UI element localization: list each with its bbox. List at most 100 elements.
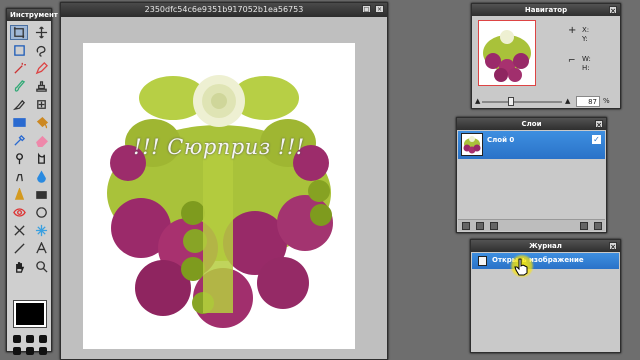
zoom-tool[interactable] — [32, 259, 50, 274]
layer-mask-icon[interactable] — [476, 222, 484, 230]
close-button[interactable]: × — [375, 5, 384, 13]
document-title: 2350dfc54c6e9351b917052b1ea56753 — [144, 5, 304, 14]
sharpen-tool[interactable] — [10, 187, 28, 202]
image-canvas[interactable]: !!! Сюрприз !!! — [83, 43, 355, 349]
new-layer-icon[interactable] — [580, 222, 588, 230]
red-eye-icon — [12, 208, 26, 217]
bouquet-image — [107, 75, 333, 328]
sponge-tool[interactable] — [32, 187, 50, 202]
x-label: X: — [582, 26, 590, 34]
layer-name: Слой 0 — [487, 136, 515, 144]
burn-tool[interactable] — [32, 151, 50, 166]
swatch-dot[interactable] — [39, 347, 47, 355]
magic-wand-icon — [13, 62, 26, 74]
crosshair-icon: + — [568, 25, 577, 36]
document-icon — [478, 256, 487, 266]
line-icon — [13, 243, 25, 254]
size-icon: ⌐ — [568, 56, 576, 66]
sharpen-icon — [14, 188, 24, 200]
eraser-icon — [35, 135, 48, 147]
sparkle-tool[interactable] — [32, 223, 50, 238]
navigator-thumbnail[interactable] — [478, 20, 536, 86]
hand-cursor-icon — [514, 258, 528, 276]
text-tool[interactable] — [32, 241, 50, 256]
zoom-icon — [35, 261, 48, 273]
gradient-tool[interactable] — [10, 115, 28, 130]
layer-row[interactable]: Слой 0 ✓ — [458, 131, 605, 159]
line-tool[interactable] — [10, 241, 28, 256]
hand-tool[interactable] — [10, 259, 28, 274]
tools-panel: Инструмент — [6, 8, 58, 355]
navigator-panel: Навигатор × + X: Y: ⌐ W: H: ▲ ▲ 87 % — [471, 3, 621, 109]
blur-icon — [36, 170, 46, 183]
color-picker-tool[interactable] — [10, 133, 28, 148]
swatch-dot[interactable] — [26, 335, 34, 343]
navigator-title-bar: Навигатор × — [472, 4, 620, 16]
zoom-out-icon[interactable]: ▲ — [475, 97, 480, 105]
dodge-tool[interactable] — [10, 151, 28, 166]
brush-tool[interactable] — [10, 79, 28, 94]
marquee-tool[interactable] — [10, 43, 28, 58]
bloat-icon — [35, 207, 47, 218]
hand-icon — [15, 262, 24, 273]
crop-tool[interactable] — [10, 25, 28, 40]
bloat-tool[interactable] — [32, 205, 50, 220]
navigator-close-button[interactable]: × — [609, 6, 617, 15]
magic-wand-tool[interactable] — [10, 61, 28, 76]
layer-style-icon[interactable] — [490, 222, 498, 230]
layers-footer — [458, 219, 605, 231]
paint-bucket-tool[interactable] — [32, 115, 50, 130]
layers-panel: Слои × Слой 0 ✓ — [456, 117, 607, 233]
smudge-tool[interactable] — [10, 169, 28, 184]
foreground-color-swatch[interactable] — [14, 301, 46, 327]
layer-settings-icon[interactable] — [462, 222, 470, 230]
move-icon — [35, 26, 47, 39]
layers-close-button[interactable]: × — [595, 120, 603, 129]
spot-heal-tool[interactable] — [32, 97, 50, 112]
layer-thumbnail-image — [463, 136, 481, 154]
burn-icon — [37, 152, 45, 164]
pinch-icon — [13, 225, 25, 236]
zoom-in-icon[interactable]: ▲ — [565, 97, 570, 105]
move-tool[interactable] — [32, 25, 50, 40]
red-eye-tool[interactable] — [10, 205, 28, 220]
swatch-dot[interactable] — [13, 347, 21, 355]
pinch-tool[interactable] — [10, 223, 28, 238]
zoom-slider-knob[interactable] — [507, 97, 514, 106]
swatch-dot[interactable] — [13, 335, 21, 343]
layers-title-bar: Слои × — [457, 118, 606, 130]
blur-tool[interactable] — [32, 169, 50, 184]
color-replace-icon — [12, 99, 25, 111]
tools-panel-title: Инструмент — [7, 9, 58, 21]
eraser-tool[interactable] — [32, 133, 50, 148]
lasso-tool[interactable] — [32, 43, 50, 58]
clone-stamp-icon — [35, 81, 47, 92]
dodge-icon — [15, 153, 23, 165]
spot-heal-icon — [36, 100, 46, 109]
layers-title: Слои — [521, 120, 542, 128]
navigator-thumbnail-image — [483, 30, 531, 82]
history-close-button[interactable]: × — [609, 242, 617, 251]
history-item-label: Открыть изображение — [492, 256, 584, 264]
h-label: H: — [582, 64, 590, 72]
color-swatch-buttons — [13, 335, 47, 355]
history-title-bar: Журнал × — [471, 240, 620, 252]
zoom-slider[interactable] — [482, 101, 562, 103]
swatch-dot[interactable] — [26, 347, 34, 355]
image-caption-text: !!! Сюрприз !!! — [133, 135, 305, 159]
color-picker-icon — [13, 134, 25, 146]
crop-icon — [13, 26, 24, 39]
clone-stamp-tool[interactable] — [32, 79, 50, 94]
pencil-icon — [35, 62, 48, 75]
history-item[interactable]: Открыть изображение — [472, 253, 619, 269]
sparkle-icon — [35, 224, 47, 237]
color-replace-tool[interactable] — [10, 97, 28, 112]
history-panel: Журнал × Открыть изображение — [470, 239, 621, 353]
maximize-button[interactable]: □ — [362, 5, 371, 13]
swatch-dot[interactable] — [39, 335, 47, 343]
pencil-tool[interactable] — [32, 61, 50, 76]
layer-visibility-checkbox[interactable]: ✓ — [592, 135, 601, 144]
zoom-input[interactable]: 87 — [576, 96, 600, 107]
delete-layer-icon[interactable] — [594, 222, 602, 230]
history-title: Журнал — [529, 242, 562, 250]
